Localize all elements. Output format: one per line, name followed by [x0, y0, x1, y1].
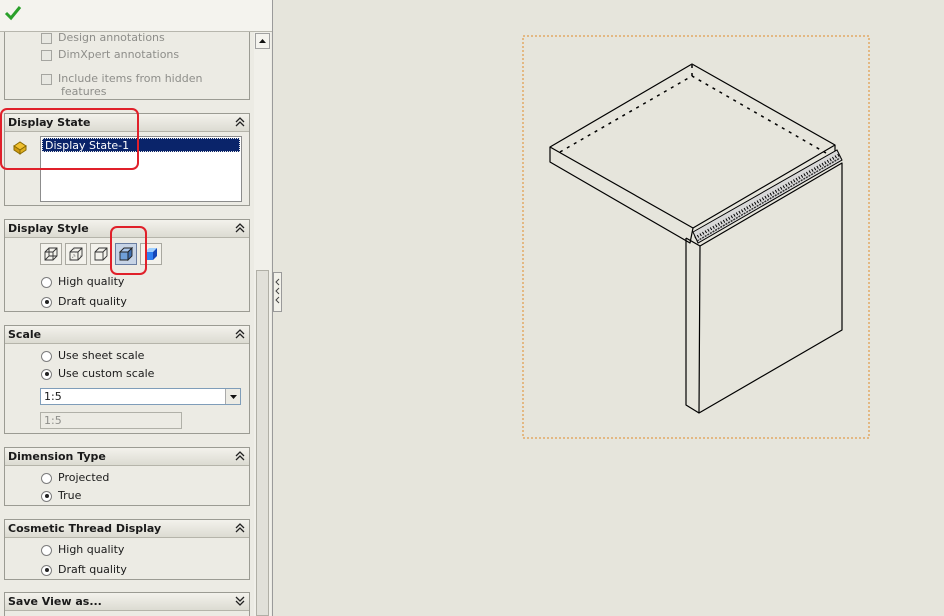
cosmetic-thread-section: Cosmetic Thread Display High quality Dra… — [4, 519, 250, 580]
chevron-up-icon[interactable] — [234, 222, 246, 234]
display-state-listbox[interactable]: Display State-1 — [40, 136, 242, 202]
save-view-title: Save View as... — [8, 595, 102, 608]
left-edge-face — [549, 147, 694, 244]
thread-high-quality-label: High quality — [58, 543, 125, 556]
drawing-canvas[interactable] — [274, 0, 944, 616]
dimxpert-annotations-checkbox[interactable]: DimXpert annotations — [41, 47, 179, 62]
design-annotations-label: Design annotations — [58, 32, 165, 44]
chevron-up-icon[interactable] — [234, 328, 246, 340]
projected-label: Projected — [58, 471, 110, 484]
use-custom-scale-radio[interactable]: Use custom scale — [41, 366, 154, 381]
use-sheet-scale-radio[interactable]: Use sheet scale — [41, 348, 144, 363]
hidden-lines — [559, 64, 827, 154]
dimxpert-annotations-label: DimXpert annotations — [58, 48, 180, 61]
hidden-lines-removed-button[interactable] — [90, 243, 112, 265]
property-manager-panel: Design annotations DimXpert annotations … — [0, 0, 273, 616]
cosmetic-thread-edge — [692, 149, 843, 244]
use-sheet-scale-label: Use sheet scale — [58, 349, 145, 362]
cosmetic-thread-header[interactable]: Cosmetic Thread Display — [5, 520, 249, 538]
thread-draft-quality-radio[interactable]: Draft quality — [41, 562, 127, 577]
display-state-header[interactable]: Display State — [5, 114, 249, 132]
check-icon[interactable] — [4, 4, 22, 22]
chevron-down-icon[interactable] — [234, 595, 246, 607]
true-radio[interactable]: True — [41, 488, 81, 503]
top-face-outline — [549, 63, 836, 229]
chevron-down-icon — [230, 395, 237, 399]
thread-draft-quality-label: Draft quality — [58, 563, 127, 576]
display-state-icon — [13, 141, 27, 155]
save-view-section: Save View as... — [4, 592, 250, 616]
radio-circle[interactable] — [41, 472, 52, 484]
chevron-up-icon[interactable] — [234, 116, 246, 128]
display-style-section: Display Style High quality Draft quality — [4, 219, 250, 312]
display-state-section: Display State Display State-1 — [4, 113, 250, 206]
display-state-title: Display State — [8, 116, 91, 129]
display-style-header[interactable]: Display Style — [5, 220, 249, 238]
scroll-up-button[interactable] — [255, 33, 270, 49]
dimension-type-section: Dimension Type Projected True — [4, 447, 250, 506]
scale-combo[interactable]: 1:5 — [40, 388, 241, 405]
display-state-list-item[interactable]: Display State-1 — [42, 138, 240, 152]
wireframe-button[interactable] — [40, 243, 62, 265]
scroll-thumb[interactable] — [256, 270, 269, 616]
chevron-up-icon — [259, 39, 266, 43]
hidden-lines-removed-icon — [94, 247, 108, 261]
radio-circle[interactable] — [41, 544, 52, 556]
radio-circle-selected[interactable] — [41, 490, 52, 502]
dimension-type-header[interactable]: Dimension Type — [5, 448, 249, 466]
radio-circle-selected[interactable] — [41, 564, 52, 576]
thread-high-quality-radio[interactable]: High quality — [41, 542, 124, 557]
include-hidden-label-line2: features — [61, 85, 107, 98]
dimension-type-title: Dimension Type — [8, 450, 106, 463]
draft-quality-label: Draft quality — [58, 295, 127, 308]
radio-circle[interactable] — [41, 350, 52, 362]
custom-scale-field[interactable]: 1:5 — [40, 412, 182, 429]
radio-circle-selected[interactable] — [41, 296, 52, 308]
checkbox-box[interactable] — [41, 73, 52, 85]
design-annotations-checkbox[interactable]: Design annotations — [41, 32, 165, 45]
wireframe-icon — [44, 247, 58, 261]
hidden-lines-visible-button[interactable] — [65, 243, 87, 265]
hidden-lines-visible-icon — [69, 247, 83, 261]
projected-radio[interactable]: Projected — [41, 470, 109, 485]
shaded-with-edges-button[interactable] — [115, 243, 137, 265]
checkbox-box[interactable] — [41, 49, 52, 61]
chevron-up-icon[interactable] — [234, 450, 246, 462]
panel-scrollbar[interactable] — [254, 32, 271, 616]
property-manager-toolbar — [0, 0, 272, 32]
display-style-high-quality-radio[interactable]: High quality — [41, 274, 124, 289]
high-quality-label: High quality — [58, 275, 125, 288]
shaded-button[interactable] — [140, 243, 162, 265]
shaded-with-edges-icon — [118, 246, 134, 262]
property-manager-content: Design annotations DimXpert annotations … — [0, 32, 254, 616]
display-style-draft-quality-radio[interactable]: Draft quality — [41, 294, 127, 309]
side-panel-edge — [685, 238, 700, 414]
save-view-header[interactable]: Save View as... — [5, 593, 249, 611]
scale-header[interactable]: Scale — [5, 326, 249, 344]
scale-section: Scale Use sheet scale Use custom scale 1… — [4, 325, 250, 434]
checkbox-box[interactable] — [41, 32, 52, 44]
true-label: True — [58, 489, 82, 502]
shaded-icon — [145, 248, 157, 260]
radio-circle-selected[interactable] — [41, 368, 52, 380]
cosmetic-thread-title: Cosmetic Thread Display — [8, 522, 162, 535]
scale-combo-dropdown[interactable] — [225, 389, 240, 404]
use-custom-scale-label: Use custom scale — [58, 367, 155, 380]
radio-circle[interactable] — [41, 276, 52, 288]
annotations-section: Design annotations DimXpert annotations … — [4, 32, 250, 100]
display-style-title: Display Style — [8, 222, 89, 235]
chevron-up-icon[interactable] — [234, 522, 246, 534]
scale-title: Scale — [8, 328, 42, 341]
scale-combo-value: 1:5 — [44, 390, 62, 403]
